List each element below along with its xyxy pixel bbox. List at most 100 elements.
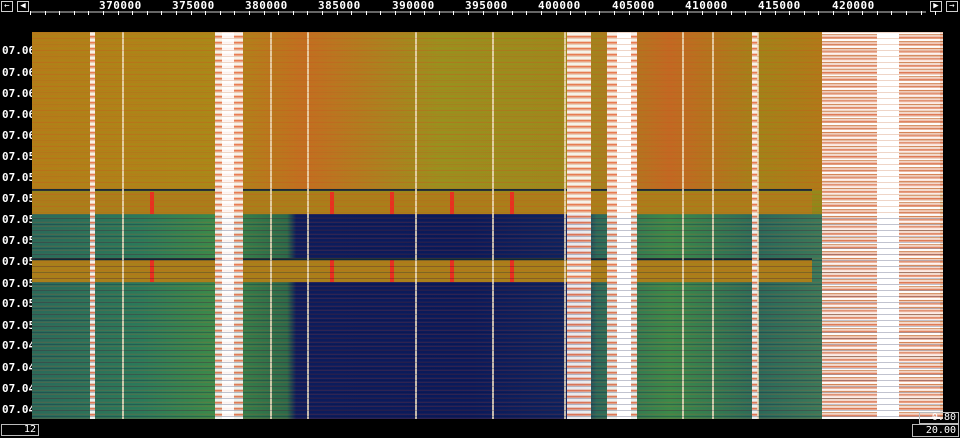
tick-mark: [745, 11, 746, 15]
tick-mark: [205, 11, 206, 15]
frequency-ticks: [30, 11, 943, 15]
scan-line: [32, 200, 943, 201]
scan-line: [32, 146, 943, 147]
tick-mark: [103, 11, 104, 15]
marker-tick: [330, 192, 334, 214]
waterfall-spectrogram[interactable]: [32, 32, 943, 419]
scan-line: [32, 182, 943, 183]
peak-signal: [617, 32, 631, 419]
tick-mark: [760, 11, 761, 15]
tick-mark: [672, 11, 673, 15]
scroll-left-button[interactable]: ◀: [17, 1, 29, 12]
tick-mark: [731, 11, 732, 15]
scan-line: [32, 374, 943, 375]
scan-line: [32, 218, 943, 219]
tick-mark: [497, 11, 498, 15]
tick-mark: [848, 11, 849, 15]
marker-tick: [390, 192, 394, 214]
scan-line: [32, 86, 943, 87]
row-count-field[interactable]: 12: [1, 424, 39, 436]
scan-line: [32, 248, 943, 249]
scan-line: [32, 236, 943, 237]
tick-mark: [264, 11, 265, 15]
tick-mark: [702, 11, 703, 15]
tick-mark: [424, 11, 425, 15]
peak-signal: [222, 32, 234, 419]
scan-line: [32, 116, 943, 117]
tick-mark: [687, 11, 688, 15]
scale-min-field[interactable]: 0.80: [919, 412, 959, 424]
scan-line: [32, 362, 943, 363]
tick-mark: [483, 11, 484, 15]
carrier-line: [307, 32, 309, 419]
tick-mark: [307, 11, 308, 15]
tick-mark: [234, 11, 235, 15]
scan-line: [32, 392, 943, 393]
scan-line: [32, 302, 943, 303]
scan-line: [32, 44, 943, 45]
scan-line: [32, 224, 943, 225]
tick-mark: [526, 11, 527, 15]
tick-mark: [380, 11, 381, 15]
tick-mark: [322, 11, 323, 15]
carrier-line: [492, 32, 494, 419]
carrier-line: [564, 32, 566, 419]
tick-mark: [147, 11, 148, 15]
tick-mark: [716, 11, 717, 15]
tick-mark: [629, 11, 630, 15]
frequency-label: 375000: [172, 0, 215, 12]
tick-mark: [161, 11, 162, 15]
tick-mark: [935, 11, 936, 15]
scan-line: [32, 110, 943, 111]
scan-line: [32, 356, 943, 357]
tick-mark: [658, 11, 659, 15]
tick-mark: [833, 11, 834, 15]
scan-line: [32, 296, 943, 297]
scan-line: [32, 410, 943, 411]
frequency-scale-bar: ← ◀ ▶ → 370000 375000 380000 385000 390000 39…: [0, 0, 960, 15]
tick-mark: [453, 11, 454, 15]
scan-line: [32, 380, 943, 381]
tick-mark: [59, 11, 60, 15]
scan-line: [32, 272, 943, 273]
scale-max-field[interactable]: 20.00: [912, 424, 959, 437]
tick-mark: [570, 11, 571, 15]
tick-mark: [862, 11, 863, 15]
tick-mark: [541, 11, 542, 15]
scan-line: [32, 326, 943, 327]
scan-line: [32, 152, 943, 153]
scan-line: [32, 92, 943, 93]
scan-line: [32, 314, 943, 315]
scan-line: [32, 62, 943, 63]
tick-mark: [132, 11, 133, 15]
tick-mark: [877, 11, 878, 15]
scan-line: [32, 254, 943, 255]
scroll-far-right-button[interactable]: →: [946, 1, 958, 12]
scan-line: [32, 98, 943, 99]
signal-stripe: [567, 32, 591, 419]
tick-mark: [804, 11, 805, 15]
frequency-label: 400000: [538, 0, 581, 12]
frequency-label: 395000: [465, 0, 508, 12]
tick-mark: [45, 11, 46, 15]
carrier-line: [415, 32, 417, 419]
carrier-line: [712, 32, 714, 419]
tick-mark: [906, 11, 907, 15]
tick-mark: [891, 11, 892, 15]
marker-tick: [450, 192, 454, 214]
scan-line: [32, 140, 943, 141]
scan-line: [32, 416, 943, 417]
scan-line: [32, 308, 943, 309]
tick-mark: [30, 11, 31, 15]
tick-mark: [789, 11, 790, 15]
tick-mark: [775, 11, 776, 15]
tick-mark: [88, 11, 89, 15]
scroll-far-left-button[interactable]: ←: [1, 1, 13, 12]
tick-mark: [512, 11, 513, 15]
marker-tick: [150, 192, 154, 214]
tick-mark: [337, 11, 338, 15]
tick-mark: [366, 11, 367, 15]
frequency-label: 380000: [245, 0, 288, 12]
tick-mark: [410, 11, 411, 15]
tick-mark: [191, 11, 192, 15]
